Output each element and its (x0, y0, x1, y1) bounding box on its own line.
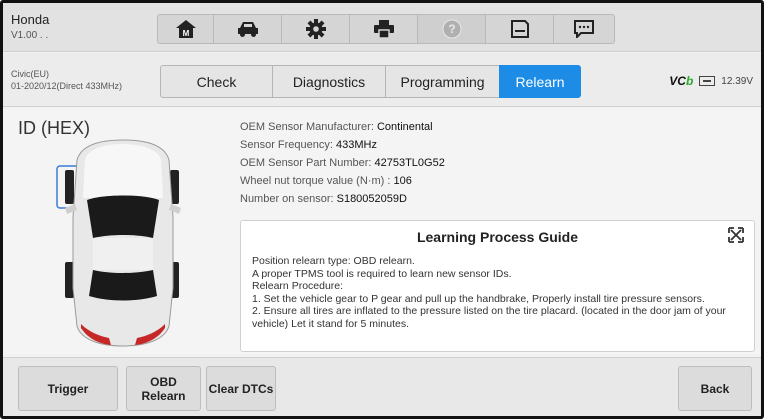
settings-button[interactable] (281, 14, 350, 44)
trigger-button[interactable]: Trigger (18, 366, 118, 411)
model-name: Civic(EU) (11, 69, 49, 79)
save-icon (510, 20, 529, 38)
vci-text: VC (669, 74, 686, 88)
learning-guide-panel[interactable]: Learning Process Guide Position relearn … (240, 220, 755, 352)
info-label: Sensor Frequency: (240, 139, 336, 151)
guide-line: Relearn Procedure: (252, 280, 344, 292)
info-label: OEM Sensor Part Number: (240, 157, 375, 169)
info-value: 106 (393, 175, 412, 187)
guide-line: 2. Ensure all tires are inflated to the … (252, 305, 726, 330)
status-area: VCb 12.39V (669, 74, 753, 88)
info-frequency: Sensor Frequency: 433MHz (240, 136, 445, 154)
info-label: Number on sensor: (240, 193, 337, 205)
guide-line: 1. Set the vehicle gear to P gear and pu… (252, 292, 705, 305)
guide-title: Learning Process Guide (416, 229, 579, 245)
tab-programming[interactable]: Programming (385, 65, 500, 98)
info-label: Wheel nut torque value (N·m) : (240, 175, 394, 187)
info-value: S180052059D (336, 193, 407, 205)
vehicle-bar: Civic(EU) 01-2020/12(Direct 433MHz) Chec… (3, 53, 761, 107)
feedback-button[interactable] (553, 14, 615, 44)
feedback-icon (574, 20, 594, 38)
model-range: 01-2020/12(Direct 433MHz) (11, 81, 123, 91)
id-hex-label: ID (HEX) (18, 118, 90, 138)
vehicle-make: Honda (11, 12, 50, 27)
expand-icon[interactable] (728, 227, 744, 243)
toolbar: M ? (157, 14, 615, 44)
car-top-view-image (56, 139, 181, 347)
settings-icon (305, 19, 326, 39)
vci-status-icon: b (685, 74, 694, 88)
battery-icon (699, 76, 716, 86)
voltage-value: 12.39V (721, 75, 753, 87)
vehicle-info: Honda V1.00 . . (11, 12, 49, 41)
info-torque: Wheel nut torque value (N·m) : 106 (240, 172, 445, 190)
vehicle-button[interactable] (213, 14, 282, 44)
home-icon: M (175, 20, 196, 38)
software-version: V1.00 . . (11, 30, 49, 41)
obd-relearn-button[interactable]: OBD Relearn (126, 366, 201, 411)
svg-text:M: M (182, 29, 189, 38)
help-icon: ? (442, 19, 461, 39)
info-label: OEM Sensor Manufacturer: (240, 121, 377, 133)
vci-indicator: VCb (669, 74, 693, 88)
guide-line: Position relearn type: OBD relearn. (252, 255, 415, 267)
tab-check[interactable]: Check (160, 65, 273, 98)
top-bar: Honda V1.00 . . M ? (3, 3, 761, 52)
info-value: 433MHz (336, 139, 377, 151)
help-button[interactable]: ? (417, 14, 486, 44)
guide-line: A proper TPMS tool is required to learn … (252, 267, 512, 280)
home-button[interactable]: M (157, 14, 214, 44)
sensor-info: OEM Sensor Manufacturer: Continental Sen… (240, 118, 445, 208)
guide-body: Position relearn type: OBD relearn. A pr… (252, 255, 747, 330)
info-part-number: OEM Sensor Part Number: 42753TL0G52 (240, 154, 445, 172)
function-tabs: Check Diagnostics Programming Relearn (160, 65, 581, 98)
tab-relearn[interactable]: Relearn (499, 65, 581, 98)
print-icon (373, 20, 394, 38)
print-button[interactable] (349, 14, 418, 44)
save-button[interactable] (485, 14, 554, 44)
tab-diagnostics[interactable]: Diagnostics (272, 65, 386, 98)
vehicle-icon (237, 22, 258, 37)
info-manufacturer: OEM Sensor Manufacturer: Continental (240, 118, 445, 136)
info-value: 42753TL0G52 (374, 157, 445, 169)
back-button[interactable]: Back (678, 366, 752, 411)
info-value: Continental (376, 121, 433, 133)
obd-relearn-label-2: Relearn (141, 388, 186, 403)
vehicle-model: Civic(EU) 01-2020/12(Direct 433MHz) (11, 68, 122, 92)
clear-dtcs-button[interactable]: Clear DTCs (206, 366, 276, 411)
tire-front-left (65, 170, 74, 204)
info-sensor-number: Number on sensor: S180052059D (240, 190, 445, 208)
bottom-bar: Trigger OBD Relearn Clear DTCs Back (3, 357, 761, 416)
svg-text:?: ? (448, 22, 455, 36)
obd-relearn-label-1: OBD (150, 374, 177, 389)
main-panel: ID (HEX) OEM Sensor Manufacturer: Contin… (3, 108, 761, 354)
